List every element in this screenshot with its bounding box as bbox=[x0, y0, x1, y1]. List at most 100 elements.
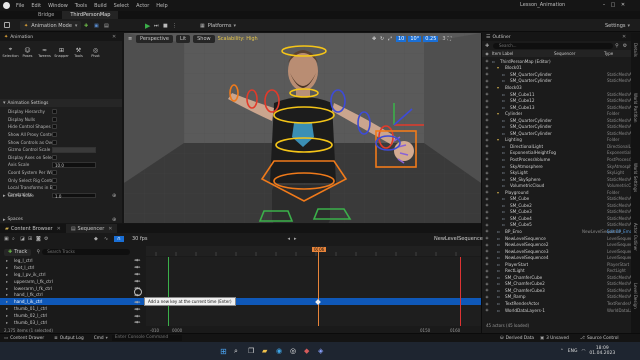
side-tab-level-design[interactable]: Level Design bbox=[633, 283, 638, 309]
visibility-eye-icon[interactable]: ◉ bbox=[482, 269, 492, 273]
menu-actor[interactable]: Actor bbox=[136, 3, 149, 9]
blueprint-icon[interactable]: ▣ bbox=[94, 23, 104, 29]
view-range-end-field[interactable]: 0160 bbox=[450, 328, 460, 333]
viewport-menu-icon[interactable]: ≡ bbox=[128, 36, 136, 42]
chevron-right-icon[interactable]: ▸ bbox=[6, 292, 14, 297]
chevron-right-icon[interactable]: ▸ bbox=[6, 306, 14, 311]
snap-icon[interactable]: ∩ bbox=[114, 236, 124, 242]
cinematics-icon[interactable]: ▤ bbox=[104, 23, 114, 29]
close-icon[interactable]: ✕ bbox=[112, 34, 116, 40]
key-navigation-icon[interactable]: ◂◆▸ bbox=[134, 265, 140, 269]
visibility-eye-icon[interactable]: ◉ bbox=[482, 125, 492, 129]
section-spaces[interactable]: ▸ Spaces ⊕ bbox=[0, 216, 122, 223]
tray-chevron-icon[interactable]: ⌃ bbox=[560, 349, 564, 354]
visibility-eye-icon[interactable]: ◉ bbox=[482, 105, 492, 109]
visibility-eye-icon[interactable]: ◉ bbox=[482, 59, 492, 63]
visibility-eye-icon[interactable]: ◉ bbox=[482, 66, 492, 70]
back-icon[interactable]: ◂ bbox=[288, 236, 291, 242]
prop-checkbox[interactable] bbox=[52, 185, 57, 191]
visibility-eye-icon[interactable]: ◉ bbox=[482, 184, 492, 188]
prop-checkbox[interactable] bbox=[52, 132, 57, 138]
visibility-eye-icon[interactable]: ◉ bbox=[482, 171, 492, 175]
menu-select[interactable]: Select bbox=[114, 3, 129, 9]
sequencer-track-row[interactable]: ▸ lowerarm_l_fk_ctrl ◂◆▸ bbox=[0, 285, 146, 292]
sequencer-track-row[interactable]: ▸ thumb_02_l_ctrl ◂◆▸ bbox=[0, 312, 146, 319]
visibility-eye-icon[interactable]: ◉ bbox=[482, 243, 492, 247]
settings-icon[interactable]: ⚙ bbox=[621, 43, 629, 49]
menu-help[interactable]: Help bbox=[156, 3, 167, 9]
find-icon[interactable]: ⌕ bbox=[12, 236, 20, 242]
col-type[interactable]: Type bbox=[604, 51, 613, 56]
visibility-eye-icon[interactable]: ◉ bbox=[482, 288, 492, 292]
visibility-eye-icon[interactable]: ◉ bbox=[482, 131, 492, 135]
menu-edit[interactable]: Edit bbox=[31, 3, 41, 9]
chevron-right-icon[interactable]: ▸ bbox=[6, 258, 14, 263]
visibility-eye-icon[interactable]: ◉ bbox=[482, 249, 492, 253]
section-constraints-row[interactable]: ▸ Constraints ⊕ bbox=[0, 192, 122, 199]
add-track-button[interactable]: ✚ Track bbox=[4, 248, 32, 256]
maximize-icon[interactable]: □ bbox=[608, 2, 618, 8]
app-icon[interactable]: ◆ bbox=[304, 347, 318, 355]
play-icon[interactable]: ▶ bbox=[145, 22, 154, 30]
tool-selection[interactable]: ⌖ Selection bbox=[2, 46, 19, 58]
visibility-eye-icon[interactable]: ◉ bbox=[482, 92, 492, 96]
visibility-eye-icon[interactable]: ◉ bbox=[482, 308, 492, 312]
play-range-end-field[interactable]: 0150 bbox=[420, 328, 430, 333]
range-end-marker[interactable] bbox=[460, 257, 461, 326]
chevron-right-icon[interactable]: ▸ bbox=[6, 299, 14, 304]
menu-build[interactable]: Build bbox=[94, 3, 107, 9]
key-icon[interactable]: ◆ bbox=[94, 236, 104, 242]
visibility-eye-icon[interactable]: ◉ bbox=[482, 79, 492, 83]
chevron-right-icon[interactable]: ▸ bbox=[6, 320, 14, 325]
translate-icon[interactable]: ✥ bbox=[372, 36, 380, 42]
key-navigation-icon[interactable]: ◂◆▸ bbox=[134, 320, 140, 324]
track-search-input[interactable]: Search Tracks bbox=[42, 249, 131, 255]
visibility-eye-icon[interactable]: ◉ bbox=[482, 151, 492, 155]
prop-checkbox[interactable] bbox=[52, 154, 57, 160]
prop-number-field[interactable]: 10.0 bbox=[52, 162, 96, 168]
camera-speed-value[interactable]: 3 bbox=[440, 36, 447, 42]
prop-number-field[interactable] bbox=[52, 147, 96, 153]
tab-bridge[interactable]: Bridge bbox=[30, 11, 62, 19]
maximize-viewport-icon[interactable]: ⛶ bbox=[448, 36, 456, 42]
tab-thirdpersonmap[interactable]: ThirdPersonMap bbox=[62, 11, 119, 19]
tool-tweens[interactable]: ≈ Tweens bbox=[36, 47, 53, 58]
source-control-button[interactable]: ⎇ Source Control bbox=[580, 336, 619, 341]
current-frame-badge[interactable]: 0006 bbox=[312, 247, 327, 252]
snap-translate-value[interactable]: 10 bbox=[396, 35, 407, 42]
menu-tools[interactable]: Tools bbox=[75, 3, 87, 9]
scale-icon[interactable]: ⤢ bbox=[388, 36, 396, 42]
side-tab-actor-outliner[interactable]: Actor Outliner bbox=[633, 223, 638, 251]
timeline-ruler[interactable]: 0006 bbox=[146, 246, 481, 256]
visibility-eye-icon[interactable]: ◉ bbox=[482, 99, 492, 103]
add-icon[interactable]: ✚ bbox=[485, 43, 493, 49]
add-icon[interactable]: ⊕ bbox=[112, 217, 116, 223]
derived-data-button[interactable]: ⛁ Derived Data bbox=[500, 336, 534, 341]
tab-content-browser[interactable]: ▰ Content Browser ✕ bbox=[0, 224, 66, 233]
save-icon[interactable]: ▣ bbox=[4, 236, 12, 242]
prop-checkbox[interactable] bbox=[52, 109, 57, 115]
lit-button[interactable]: Lit bbox=[175, 34, 191, 43]
tool-pivot[interactable]: ◎ Pivot bbox=[87, 47, 104, 58]
visibility-eye-icon[interactable]: ◉ bbox=[482, 262, 492, 266]
fps-selector[interactable]: 30 fps bbox=[132, 236, 148, 242]
animation-panel-tab[interactable]: ✦ Animation ✕ bbox=[0, 33, 122, 41]
range-end-field[interactable]: 0000 bbox=[172, 328, 182, 333]
sequencer-track-row[interactable]: ▸ thumb_03_l_ctrl ◂◆▸ bbox=[0, 319, 146, 326]
prop-checkbox[interactable] bbox=[52, 139, 57, 145]
step-icon[interactable]: ⏭ bbox=[154, 23, 163, 29]
unsaved-button[interactable]: ▣ 3 Unsaved bbox=[540, 336, 569, 341]
visibility-eye-icon[interactable]: ◉ bbox=[482, 295, 492, 299]
chevron-right-icon[interactable]: ▸ bbox=[6, 265, 14, 270]
close-icon[interactable]: ✕ bbox=[108, 226, 112, 232]
sequencer-track-row[interactable]: ▸ hand_l_fk_ctrl ◂◆▸ bbox=[0, 291, 146, 298]
save-icon[interactable] bbox=[4, 22, 10, 28]
sequencer-track-row[interactable]: ▸ leg_l_ctrl ◂◆▸ bbox=[0, 257, 146, 264]
sequencer-track-row[interactable]: ▸ leg_l_pv_ik_ctrl ◂◆▸ bbox=[0, 271, 146, 278]
sequencer-track-row[interactable]: ▸ hand_l_ik_ctrl ◂◆▸ bbox=[0, 298, 146, 306]
side-tab-world-settings[interactable]: World Settings bbox=[633, 163, 638, 192]
prop-checkbox[interactable] bbox=[52, 116, 57, 122]
timeline-area[interactable] bbox=[146, 247, 481, 326]
visibility-eye-icon[interactable]: ◉ bbox=[482, 190, 492, 194]
visibility-eye-icon[interactable]: ◉ bbox=[482, 229, 492, 233]
